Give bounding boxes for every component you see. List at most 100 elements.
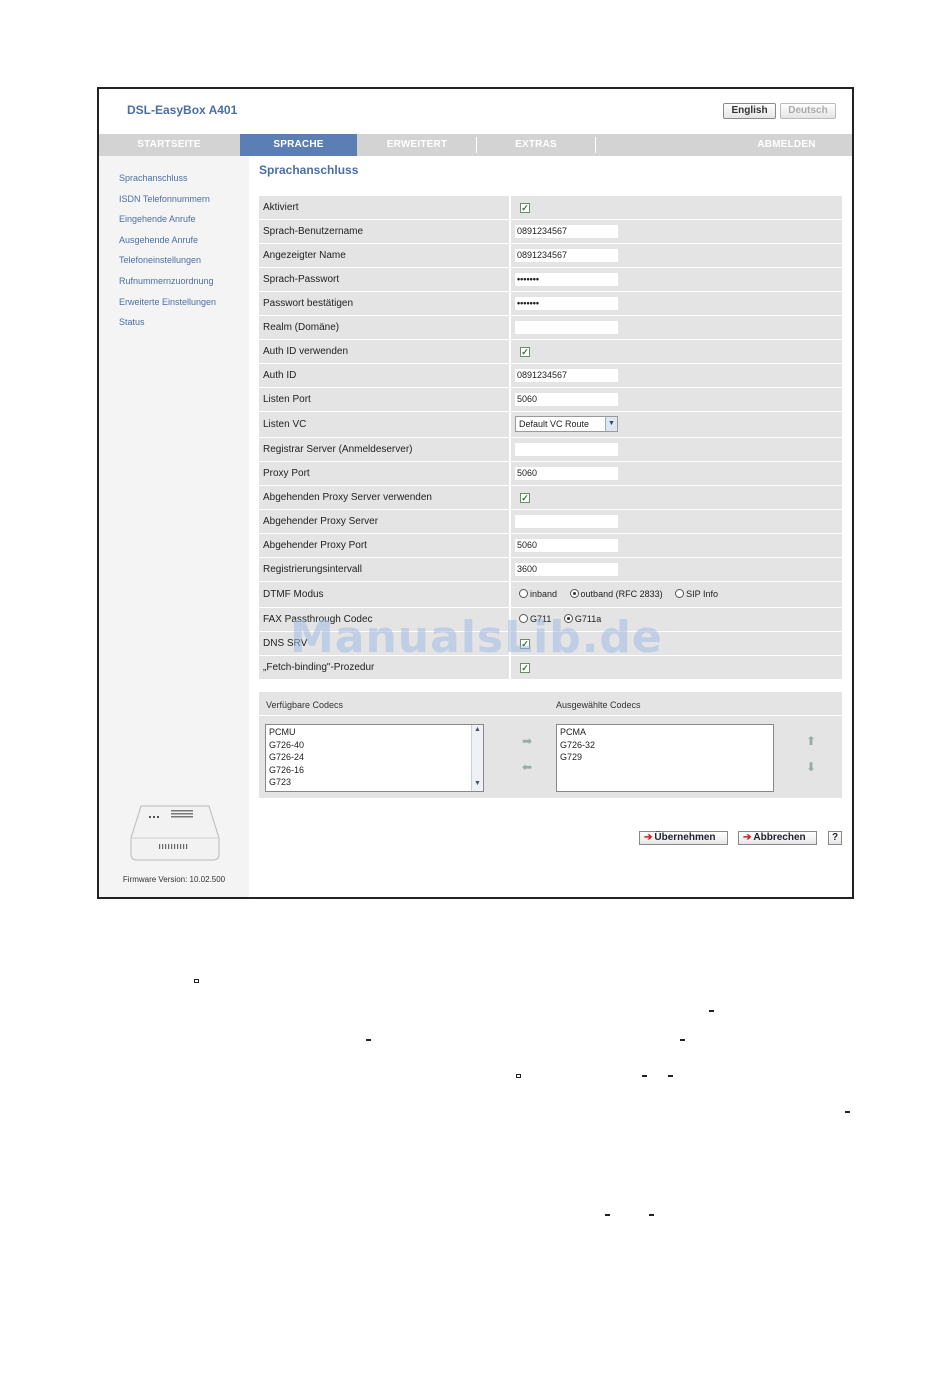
- abbrechen-button[interactable]: ➔ Abbrechen: [738, 831, 817, 845]
- benutzername-input[interactable]: 0891234567: [515, 225, 618, 238]
- row-listen-vc: Listen VC Default VC Route ▼: [259, 412, 842, 437]
- aktiviert-checkbox[interactable]: ✓: [520, 203, 530, 213]
- listen-port-input[interactable]: 5060: [515, 393, 618, 406]
- selected-codecs-list[interactable]: PCMA G726-32 G729: [556, 724, 774, 792]
- row-realm: Realm (Domäne): [259, 316, 842, 339]
- uebernehmen-label: Übernehmen: [654, 832, 716, 843]
- list-item[interactable]: G726-32: [560, 739, 770, 752]
- dtmf-radio-group: inband outband (RFC 2833) SIP Info: [519, 582, 728, 605]
- sidebar-item-telefoneinstellungen[interactable]: Telefoneinstellungen: [119, 255, 201, 265]
- label-angezeigter-name: Angezeigter Name: [259, 244, 509, 267]
- sidebar-item-status[interactable]: Status: [119, 317, 145, 327]
- label-abg-proxy-verwenden: Abgehenden Proxy Server verwenden: [259, 486, 509, 509]
- abg-proxy-verwenden-checkbox[interactable]: ✓: [520, 493, 530, 503]
- label-proxy-port: Proxy Port: [259, 462, 509, 485]
- label-auth-id: Auth ID: [259, 364, 509, 387]
- registrar-input[interactable]: [515, 443, 618, 456]
- label-registrar: Registrar Server (Anmeldeserver): [259, 438, 509, 461]
- arrow-down-icon[interactable]: ⬇: [806, 760, 816, 774]
- row-passwort: Sprach-Passwort •••••••: [259, 268, 842, 291]
- language-deutsch-button[interactable]: Deutsch: [780, 103, 836, 119]
- proxy-port-input[interactable]: 5060: [515, 467, 618, 480]
- uebernehmen-button[interactable]: ➔ Übernehmen: [639, 831, 728, 845]
- sidebar: Sprachanschluss ISDN Telefonnummern Eing…: [99, 156, 249, 897]
- list-item[interactable]: G726-24: [269, 751, 480, 764]
- label-registrierungsintervall: Registrierungsintervall: [259, 558, 509, 581]
- list-item[interactable]: PCMU: [269, 726, 480, 739]
- label-abg-proxy-server: Abgehender Proxy Server: [259, 510, 509, 533]
- sidebar-item-sprachanschluss[interactable]: Sprachanschluss: [119, 173, 188, 183]
- registrierungsintervall-input[interactable]: 3600: [515, 563, 618, 576]
- sidebar-item-ausgehende-anrufe[interactable]: Ausgehende Anrufe: [119, 235, 198, 245]
- dtmf-inband-radio[interactable]: [519, 589, 528, 598]
- angezeigter-name-input[interactable]: 0891234567: [515, 249, 618, 262]
- page-mark: [649, 1214, 654, 1216]
- dtmf-outband-label: outband (RFC 2833): [580, 589, 663, 599]
- label-dtmf: DTMF Modus: [259, 582, 509, 607]
- label-passwort-bestaetigen: Passwort bestätigen: [259, 292, 509, 315]
- app-title: DSL-EasyBox A401: [127, 103, 238, 117]
- arrow-up-icon[interactable]: ⬆: [806, 734, 816, 748]
- row-abg-proxy-verwenden: Abgehenden Proxy Server verwenden ✓: [259, 486, 842, 509]
- sidebar-item-erweiterte-einstellungen[interactable]: Erweiterte Einstellungen: [119, 297, 216, 307]
- list-item[interactable]: G726-16: [269, 764, 480, 777]
- available-codecs-list[interactable]: PCMU G726-40 G726-24 G726-16 G723 ▲ ▼: [265, 724, 484, 792]
- watermark: ManualsLib.de: [290, 612, 663, 663]
- list-item[interactable]: G729: [560, 751, 770, 764]
- abbrechen-label: Abbrechen: [753, 832, 806, 843]
- firmware-version: Firmware Version: 10.02.500: [122, 875, 226, 884]
- row-proxy-port: Proxy Port 5060: [259, 462, 842, 485]
- sidebar-item-eingehende-anrufe[interactable]: Eingehende Anrufe: [119, 214, 196, 224]
- dtmf-sip-info-label: SIP Info: [686, 589, 718, 599]
- abg-proxy-server-input[interactable]: [515, 515, 618, 528]
- chevron-down-icon[interactable]: ▼: [472, 779, 483, 789]
- list-item[interactable]: G726-40: [269, 739, 480, 752]
- fetch-binding-checkbox[interactable]: ✓: [520, 663, 530, 673]
- arrow-right-icon[interactable]: ➡: [522, 734, 532, 748]
- arrow-right-icon: ➔: [644, 832, 653, 843]
- passwort-bestaetigen-input[interactable]: •••••••: [515, 297, 618, 310]
- auth-id-verwenden-checkbox[interactable]: ✓: [520, 347, 530, 357]
- abg-proxy-port-input[interactable]: 5060: [515, 539, 618, 552]
- row-angezeigter-name: Angezeigter Name 0891234567: [259, 244, 842, 267]
- sidebar-item-rufnummernzuordnung[interactable]: Rufnummernzuordnung: [119, 276, 214, 286]
- realm-input[interactable]: [515, 321, 618, 334]
- page-mark: [709, 1010, 714, 1012]
- page-mark: [605, 1214, 610, 1216]
- label-listen-port: Listen Port: [259, 388, 509, 411]
- router-device-icon: [130, 805, 220, 861]
- page-mark: [194, 979, 199, 983]
- row-aktiviert: Aktiviert ✓: [259, 196, 842, 219]
- listen-vc-select[interactable]: Default VC Route ▼: [515, 416, 618, 432]
- page-mark: [845, 1111, 850, 1113]
- label-aktiviert: Aktiviert: [259, 196, 509, 219]
- dtmf-sip-info-radio[interactable]: [675, 589, 685, 598]
- sidebar-item-isdn-telefonnummern[interactable]: ISDN Telefonnummern: [119, 194, 210, 204]
- codec-panel: Verfügbare Codecs Ausgewählte Codecs PCM…: [259, 692, 842, 798]
- row-auth-id-verwenden: Auth ID verwenden ✓: [259, 340, 842, 363]
- label-auth-id-verwenden: Auth ID verwenden: [259, 340, 509, 363]
- tab-extras[interactable]: EXTRAS: [477, 134, 595, 156]
- row-benutzername: Sprach-Benutzername 0891234567: [259, 220, 842, 243]
- list-item[interactable]: G723: [269, 776, 480, 789]
- list-item[interactable]: PCMA: [560, 726, 770, 739]
- row-abg-proxy-server: Abgehender Proxy Server: [259, 510, 842, 533]
- tab-startseite[interactable]: STARTSEITE: [99, 134, 239, 156]
- scrollbar[interactable]: ▲ ▼: [471, 725, 483, 791]
- nav-divider: [595, 137, 596, 153]
- tab-erweitert[interactable]: ERWEITERT: [358, 134, 476, 156]
- tab-abmelden[interactable]: ABMELDEN: [729, 134, 844, 156]
- page-mark: [642, 1075, 647, 1077]
- auth-id-input[interactable]: 0891234567: [515, 369, 618, 382]
- row-listen-port: Listen Port 5060: [259, 388, 842, 411]
- help-button[interactable]: ?: [828, 831, 842, 845]
- selected-codecs-header: Ausgewählte Codecs: [556, 700, 641, 710]
- chevron-up-icon[interactable]: ▲: [472, 725, 483, 735]
- language-english-button[interactable]: English: [723, 103, 776, 119]
- dtmf-outband-radio[interactable]: [569, 589, 579, 598]
- passwort-input[interactable]: •••••••: [515, 273, 618, 286]
- arrow-left-icon[interactable]: ⬅: [522, 760, 532, 774]
- tab-sprache[interactable]: SPRACHE: [240, 134, 357, 156]
- chevron-down-icon[interactable]: ▼: [605, 417, 617, 431]
- dtmf-inband-label: inband: [530, 589, 558, 599]
